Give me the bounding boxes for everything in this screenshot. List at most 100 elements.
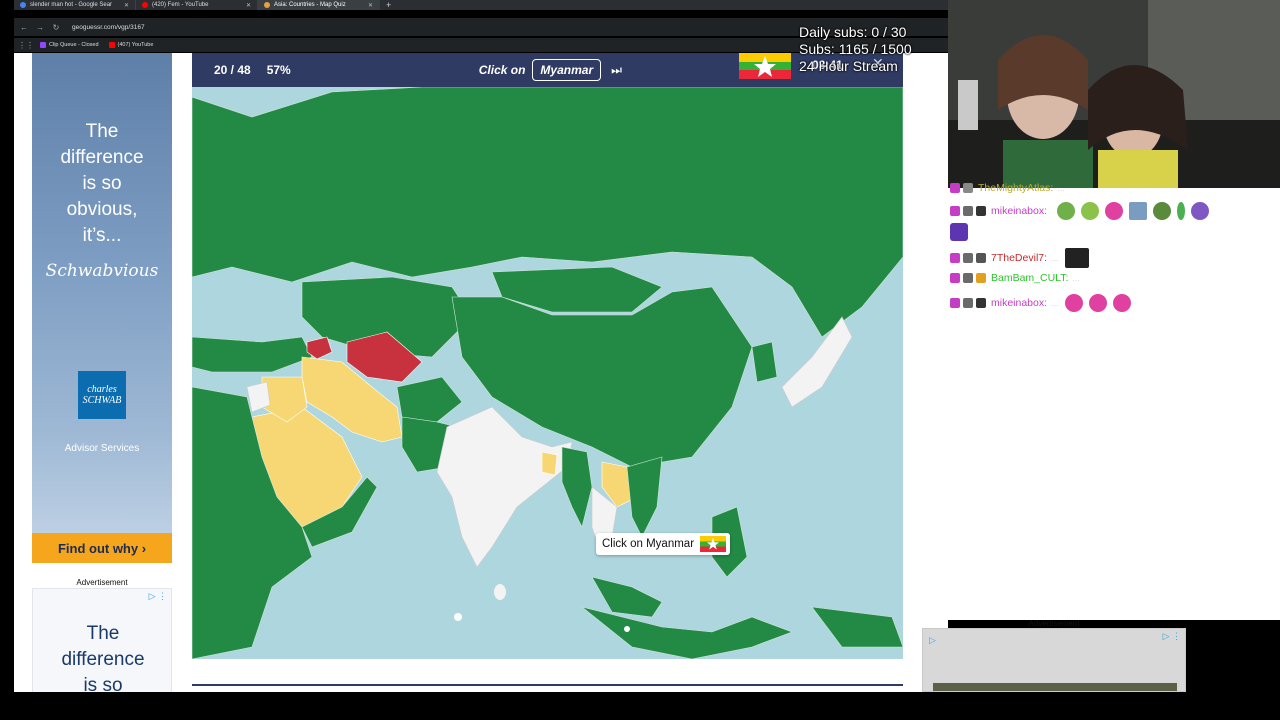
vip-badge-icon [963, 183, 973, 193]
emote-icon [1057, 202, 1076, 220]
sword-badge-icon [963, 206, 973, 216]
map-quiz: 20 / 48 57% Click on Myanmar ⏭ 03:41 ✕ C… [192, 53, 903, 659]
country-bangladesh [541, 451, 558, 476]
bookmark-clip-queue[interactable]: Clip Queue - Closed [40, 42, 99, 48]
chat-message: 7TheDevil7: ... [950, 248, 1089, 268]
chat-username[interactable]: mikeinabox: [991, 297, 1047, 309]
webcam-feed [948, 0, 1280, 188]
ad-headline: The difference is so obvious, it’s... [60, 121, 144, 246]
back-icon[interactable]: ← [18, 23, 30, 32]
chat-message: TheMightyAtlas: ... [950, 182, 1065, 194]
prompt-label: Click on [478, 63, 526, 77]
country-maldives [454, 613, 462, 621]
chat-username[interactable]: mikeinabox: [991, 205, 1047, 217]
bottom-ad[interactable]: ▷ ⋮ ▷ [922, 628, 1186, 692]
sub-badge-icon [950, 253, 960, 263]
skip-next-icon[interactable]: ⏭ [611, 63, 622, 78]
webcam-image [948, 0, 1280, 188]
ad-brand: Schwabvious [45, 261, 159, 281]
score: 20 / 48 [214, 63, 251, 77]
chat-username[interactable]: 7TheDevil7: [991, 252, 1047, 264]
sword-badge-icon [963, 273, 973, 283]
daily-subs: Daily subs: 0 / 30 [799, 24, 907, 40]
forward-icon[interactable]: → [34, 23, 46, 32]
close-icon[interactable]: ✕ [368, 2, 373, 9]
chat-message: mikeinabox: ... [950, 294, 1131, 312]
new-tab-icon[interactable]: + [380, 0, 397, 10]
youtube-icon [108, 42, 115, 48]
ad-label: Advertisement [1028, 619, 1080, 628]
myanmar-flag-icon [739, 53, 791, 79]
chat-text: ... [1072, 273, 1080, 283]
page-content: The difference is so obvious, it’s... Sc… [14, 53, 948, 692]
sword-badge-icon [963, 253, 973, 263]
sidebar-ad-2[interactable]: ▷ ⋮ The difference is so [32, 588, 172, 692]
target-country: Myanmar [532, 59, 602, 81]
chat-emote-row [950, 223, 968, 241]
schwab-logo: charles SCHWAB [78, 371, 126, 419]
emote-icon [1088, 294, 1107, 312]
geoguessr-icon [264, 2, 270, 8]
sub-goal-overlay: Daily subs: 0 / 30 Subs: 1165 / 1500 24 … [799, 24, 912, 75]
tab-title: (420) Fem - YouTube [152, 2, 209, 8]
emote-icon [1153, 202, 1172, 220]
tab-youtube[interactable]: (420) Fem - YouTube ✕ [136, 0, 258, 10]
country-singapore [624, 626, 630, 632]
tab-bar: slender man hot - Google Sear ✕ (420) Fe… [14, 0, 948, 10]
adchoices-icon[interactable]: ▷ ⋮ [149, 591, 167, 602]
cursor-tooltip: Click on Myanmar [596, 533, 731, 555]
chat-text: ... [1057, 183, 1065, 193]
ad-image [933, 683, 1177, 691]
sub-badge-icon [950, 183, 960, 193]
reload-icon[interactable]: ↻ [50, 23, 62, 32]
bookmark-youtube[interactable]: (407) YouTube [108, 42, 154, 48]
close-icon[interactable]: ✕ [246, 2, 251, 9]
emote-icon [950, 223, 968, 241]
ad-label: Advertisement [76, 578, 128, 587]
emote-icon [1112, 294, 1131, 312]
emote-icon [1129, 202, 1148, 220]
find-out-why-button[interactable]: Find out why › [32, 533, 172, 563]
chat-text: ... [1051, 253, 1059, 263]
chat-text: ... [1051, 298, 1059, 308]
sword-badge-icon [963, 298, 973, 308]
emote-icon [1081, 202, 1100, 220]
country-sri-lanka [494, 584, 506, 600]
asia-map[interactable] [192, 87, 903, 659]
youtube-icon [142, 2, 148, 8]
adchoices-icon[interactable]: ▷ ⋮ [1163, 631, 1181, 642]
ad-info-icon[interactable]: ▷ [929, 635, 936, 646]
chat-panel: TheMightyAtlas: ... mikeinabox: 7TheDevi… [948, 182, 1280, 620]
url-field[interactable]: geoguessr.com/vgp/3167 [72, 24, 145, 31]
tab-title: slender man hot - Google Sear [30, 2, 113, 8]
tab-title: Asia: Countries - Map Quiz [274, 2, 346, 8]
chat-message: mikeinabox: [950, 202, 1210, 220]
sub-badge-icon [950, 298, 960, 308]
ad-headline-2: The difference is so [61, 623, 145, 692]
myanmar-flag-icon [700, 536, 727, 552]
emote-icon [1191, 202, 1210, 220]
mod-badge-icon [976, 206, 986, 216]
bookmark-label: (407) YouTube [117, 42, 154, 48]
chat-message: BamBam_CULT: ... [950, 272, 1080, 284]
sub-badge-icon [950, 206, 960, 216]
stream-title: 24 Hour Stream [799, 58, 898, 74]
emote-icon [1177, 202, 1186, 220]
ad-service: Advisor Services [64, 443, 140, 454]
emote-icon [1064, 248, 1089, 268]
tab-google-search[interactable]: slender man hot - Google Sear ✕ [14, 0, 136, 10]
section-divider [192, 684, 903, 686]
emote-icon [1105, 202, 1124, 220]
tooltip-text: Click on Myanmar [602, 538, 695, 550]
apps-icon[interactable]: ⋮⋮ [18, 41, 34, 50]
percent: 57% [266, 63, 291, 77]
mod-badge-icon [976, 298, 986, 308]
bookmark-label: Clip Queue - Closed [49, 42, 99, 48]
sidebar-ad[interactable]: The difference is so obvious, it’s... Sc… [32, 53, 172, 563]
close-icon[interactable]: ✕ [124, 2, 129, 9]
tab-map-quiz[interactable]: Asia: Countries - Map Quiz ✕ [258, 0, 380, 10]
mod-badge-icon [976, 253, 986, 263]
chat-username[interactable]: BamBam_CULT: [991, 272, 1068, 284]
google-icon [20, 2, 26, 8]
chat-username[interactable]: TheMightyAtlas: [978, 182, 1053, 194]
